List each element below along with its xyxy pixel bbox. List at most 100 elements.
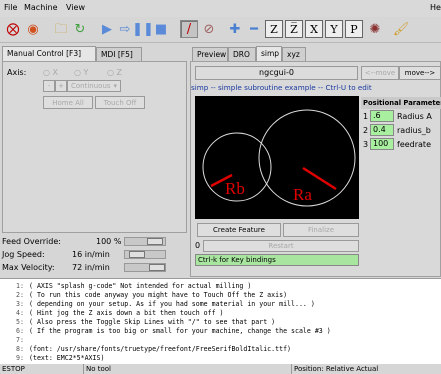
max-velocity-slider[interactable] [124,263,166,272]
zoom-out-icon[interactable]: ━ [245,20,263,38]
code-line: 2: ( To run this code anyway you might ha… [4,291,287,299]
param-value-input[interactable]: .6 [370,110,394,122]
menu-view[interactable]: View [66,3,85,12]
gcode-listing[interactable]: 1: ( AXIS "splash g-code" Not intended fo… [0,278,441,364]
view-p-icon[interactable]: P [345,20,363,38]
axis-y-radio[interactable]: ○ Y [74,68,88,77]
jog-mode-select[interactable]: Continuous ▾ [67,80,121,92]
move-left-button[interactable]: <--move [361,66,399,80]
axis-label: Axis: [7,68,27,77]
param-row-2: 2 0.4 radius_b [361,124,441,137]
menu-help[interactable]: He [430,3,441,12]
overrides: Feed Override: 100 % Jog Speed: 16 in/mi… [0,234,190,278]
toggle-skip-lines-icon[interactable]: / [180,20,198,38]
line-number: 3: [16,300,24,308]
line-number: 1: [16,282,24,290]
machine-power-icon[interactable]: ◉ [24,20,42,38]
home-all-button[interactable]: Home All [43,96,93,109]
feature-count: 0 [195,241,201,250]
tab-mdi[interactable]: MDI [F5] [96,47,142,61]
ngcgui-title: ngcgui-0 [195,66,358,80]
axis-x-radio[interactable]: ○ X [43,68,58,77]
line-number: 8: [16,345,24,353]
line-text: ( Hint jog the Z axis down a bit then to… [29,309,224,317]
vcp-panel: ngcgui-0 <--move move--> simp -- simple … [190,61,441,277]
stop-icon[interactable]: ■ [152,20,170,38]
axis-z-radio[interactable]: ○ Z [107,68,122,77]
optional-stop-icon[interactable]: ⊘ [200,20,218,38]
param-num: 2 [363,126,369,135]
jog-speed-value: 16 in/min [72,250,110,259]
line-number: 2: [16,291,24,299]
view-z2-icon[interactable]: Z̅ [285,20,303,38]
menu-machine[interactable]: Machine [24,3,58,12]
code-line: 7: [4,336,29,344]
view-y-icon[interactable]: Y [325,20,343,38]
max-velocity-label: Max Velocity: [2,263,55,272]
status-estop: ESTOP [0,364,84,374]
rotate-view-icon[interactable]: ✺ [366,20,384,38]
tab-manual-control[interactable]: Manual Control [F3] [2,46,96,61]
view-x-icon[interactable]: X [305,20,323,38]
param-value-input[interactable]: 0.4 [370,124,394,136]
param-name: feedrate [397,140,431,149]
keybind-hint: Ctrl-k for Key bindings [195,254,359,266]
code-line: 6: ( If the program is too big or small f… [4,327,331,335]
tab-simp[interactable]: simp [256,46,282,61]
toolbar: ⨂ ◉ 🗀 ↻ ▶ ⇨ ❚❚ ■ / ⊘ ✚ ━ Z Z̅ X Y P ✺ 🖌 [0,17,441,43]
create-feature-button[interactable]: Create Feature [197,223,281,237]
menu-file[interactable]: File [4,3,17,12]
code-line: 3: ( depending on your setup. As if you h… [4,300,315,308]
max-velocity-thumb[interactable] [149,264,165,271]
tab-dro[interactable]: DRO [228,47,256,61]
ra-label: Ra [293,185,312,204]
line-number: 7: [16,336,24,344]
param-row-3: 3 100 feedrate [361,138,441,151]
status-position: Position: Relative Actual [294,365,379,373]
line-text: ( Also press the Toggle Skip Lines with … [29,318,276,326]
manual-control-panel: Axis: ○ X ○ Y ○ Z - + Continuous ▾ Home A… [2,61,187,233]
view-z-icon[interactable]: Z [265,20,283,38]
tab-xyz[interactable]: xyz [282,47,306,61]
open-file-icon[interactable]: 🗀 [52,20,70,38]
line-text: (font: /usr/share/fonts/truetype/freefon… [29,345,292,353]
param-num: 3 [363,140,369,149]
tab-preview[interactable]: Preview [192,47,228,61]
reload-icon[interactable]: ↻ [71,20,89,38]
jog-plus-button[interactable]: + [55,80,67,92]
restart-button[interactable]: Restart [203,240,359,252]
param-name: radius_b [397,126,431,135]
jog-speed-thumb[interactable] [129,251,145,258]
estop-icon[interactable]: ⨂ [4,20,22,38]
feed-override-thumb[interactable] [147,238,163,245]
line-text: (text: EMC2*5*AXIS) [29,354,105,362]
rb-label: Rb [225,179,245,198]
param-name: Radius A [397,112,432,121]
clear-plot-icon[interactable]: 🖌 [392,20,410,38]
line-number: 4: [16,309,24,317]
move-right-button[interactable]: move--> [399,66,441,80]
feed-override-slider[interactable] [124,237,166,246]
line-number: 5: [16,318,24,326]
subroutine-preview-image: Rb Ra [195,96,359,219]
jog-speed-slider[interactable] [124,250,166,259]
zoom-in-icon[interactable]: ✚ [226,20,244,38]
line-text: ( depending on your setup. As if you had… [29,300,315,308]
jog-speed-label: Jog Speed: [2,250,45,259]
code-line: 8: (font: /usr/share/fonts/truetype/freef… [4,345,291,353]
line-number: 6: [16,327,24,335]
jog-minus-button[interactable]: - [43,80,55,92]
run-icon[interactable]: ▶ [98,20,116,38]
finalize-button[interactable]: Finalize [283,223,359,237]
line-text: ( If the program is too big or small for… [29,327,331,335]
touch-off-button[interactable]: Touch Off [95,96,145,109]
params-header: Positional Parameters [361,97,441,109]
line-text: ( AXIS "splash g-code" Not intended for … [29,282,252,290]
param-num: 1 [363,112,369,121]
code-line: 1: ( AXIS "splash g-code" Not intended fo… [4,282,251,290]
code-line: 5: ( Also press the Toggle Skip Lines wit… [4,318,275,326]
preview-drawing: Rb Ra [202,109,356,207]
pause-icon[interactable]: ❚❚ [132,20,154,38]
param-value-input[interactable]: 100 [370,138,394,150]
code-line: 9: (text: EMC2*5*AXIS) [4,354,104,362]
